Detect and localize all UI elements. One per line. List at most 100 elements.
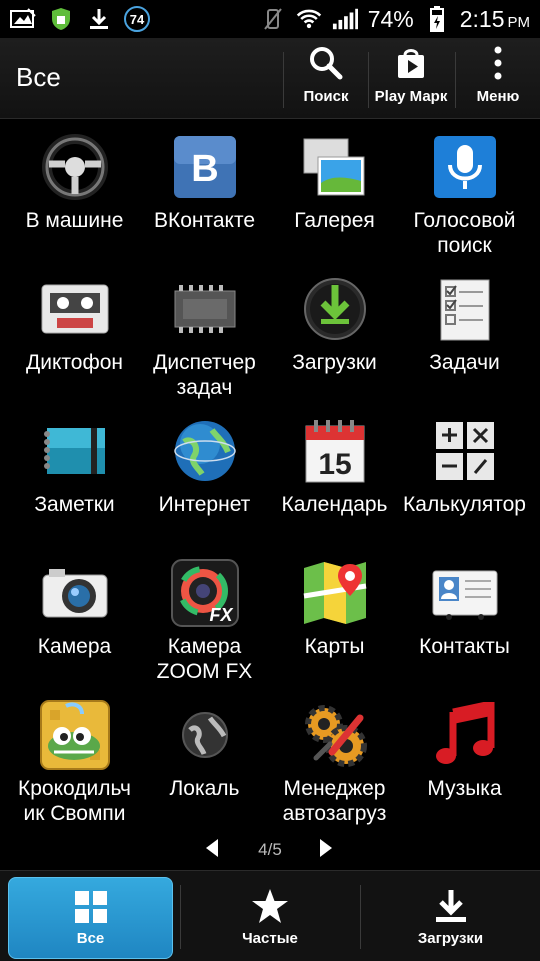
gears-icon (298, 698, 372, 772)
tab-frequent[interactable]: Частые (181, 877, 359, 957)
notification-count-badge: 74 (124, 6, 150, 32)
download-icon (298, 272, 372, 346)
app-label: Карты (304, 635, 365, 658)
checklist-icon (428, 272, 502, 346)
calculator-icon (428, 414, 502, 488)
svg-text:B: B (191, 148, 218, 190)
app-label: Галерея (294, 209, 375, 232)
screenshot-notification-icon (10, 7, 36, 31)
app-label: Камера ZOOM FX (156, 635, 253, 683)
app-item-calculator[interactable]: Калькулятор (397, 410, 532, 552)
vibrate-off-icon (260, 7, 286, 31)
action-separator (283, 52, 284, 108)
app-label: Крокодильч ик Свомпи (18, 777, 131, 825)
app-item-internet[interactable]: Интернет (137, 410, 272, 552)
download-icon (435, 889, 466, 922)
app-label: Заметки (34, 493, 115, 516)
app-item-voice-search[interactable]: Голосовой поиск (397, 126, 532, 268)
camera-zoom-fx-icon: FX (168, 556, 242, 630)
tab-downloads[interactable]: Загрузки (361, 877, 540, 957)
app-item-downloads[interactable]: Загрузки (267, 268, 402, 410)
app-label: Диктофон (26, 351, 123, 374)
fx-badge-text: FX (209, 605, 233, 625)
app-item-tasks[interactable]: Задачи (397, 268, 532, 410)
app-label: Камера (37, 635, 112, 658)
app-item-autostart-manager[interactable]: Менеджер автозагруз (267, 694, 402, 836)
app-item-locale[interactable]: Локаль (137, 694, 272, 836)
search-button-label: Поиск (303, 88, 349, 105)
page-title: Все (16, 62, 61, 92)
wifi-icon (296, 7, 322, 31)
search-button[interactable]: Поиск (285, 38, 367, 118)
app-item-music[interactable]: Музыка (397, 694, 532, 836)
calendar-day-number: 15 (318, 448, 351, 481)
app-item-task-manager[interactable]: Диспетчер задач (137, 268, 272, 410)
clock-time: 2:15 (459, 5, 505, 32)
app-label: Локаль (169, 777, 240, 800)
app-label: Задачи (429, 351, 500, 374)
microphone-icon (428, 130, 502, 204)
battery-percent: 74% (367, 5, 414, 32)
action-bar: Все Поиск Play Марк Меню (0, 38, 540, 119)
music-note-icon (428, 698, 502, 772)
app-label: Загрузки (292, 351, 377, 374)
chevron-right-icon (320, 839, 332, 857)
contacts-icon (428, 556, 502, 630)
app-item-in-car[interactable]: В машине (7, 126, 142, 268)
tab-all[interactable]: Все (8, 877, 173, 959)
globe-icon (168, 414, 242, 488)
page-indicator: 4/5 (0, 834, 540, 864)
grid-icon (74, 890, 107, 923)
chip-icon (168, 272, 242, 346)
clock-ampm: PM (507, 13, 531, 31)
app-label: Калькулятор (403, 493, 526, 516)
app-item-contacts[interactable]: Контакты (397, 552, 532, 694)
app-item-gallery[interactable]: Галерея (267, 126, 402, 268)
tab-downloads-label: Загрузки (417, 929, 484, 947)
cassette-icon (38, 272, 112, 346)
play-market-label: Play Марк (374, 88, 448, 105)
star-icon (252, 888, 288, 923)
download-notification-icon (86, 7, 112, 31)
clock: 2:15 PM (460, 6, 530, 33)
tab-all-label: Все (76, 929, 105, 947)
play-market-button[interactable]: Play Марк (369, 38, 453, 118)
app-label: ВКонтакте (153, 209, 256, 232)
menu-button-label: Меню (476, 88, 520, 105)
previous-page-arrow[interactable] (204, 838, 220, 863)
play-store-bag-icon (398, 49, 424, 78)
app-item-notes[interactable]: Заметки (7, 410, 142, 552)
vk-icon: B (168, 130, 242, 204)
maps-icon (298, 556, 372, 630)
bottom-tab-bar: Все Частые Загрузки (0, 870, 540, 961)
signal-strength-icon (332, 7, 358, 31)
menu-button[interactable]: Меню (456, 38, 540, 118)
overflow-menu-icon (494, 46, 502, 80)
next-page-arrow[interactable] (318, 838, 334, 863)
steering-wheel-icon (38, 130, 112, 204)
app-item-vkontakte[interactable]: B ВКонтакте (137, 126, 272, 268)
app-item-maps[interactable]: Карты (267, 552, 402, 694)
chevron-left-icon (206, 839, 218, 857)
crocodile-game-icon (38, 698, 112, 772)
security-shield-icon (48, 7, 74, 31)
app-label: Диспетчер задач (153, 351, 256, 399)
app-label: В машине (25, 209, 124, 232)
tab-frequent-label: Частые (242, 929, 298, 947)
app-item-camera[interactable]: Камера (7, 552, 142, 694)
app-item-dictaphone[interactable]: Диктофон (7, 268, 142, 410)
app-item-calendar[interactable]: 15 Календарь (267, 410, 402, 552)
app-item-swampy-crocodile[interactable]: Крокодильч ик Свомпи (7, 694, 142, 836)
app-item-camera-zoom-fx[interactable]: FX Камера ZOOM FX (137, 552, 272, 694)
page-indicator-text: 4/5 (258, 840, 282, 859)
locale-globe-icon (168, 698, 242, 772)
app-label: Музыка (427, 777, 502, 800)
calendar-icon: 15 (298, 414, 372, 488)
app-label: Голосовой поиск (413, 209, 516, 257)
search-icon (310, 47, 343, 80)
notebook-icon (38, 414, 112, 488)
app-label: Менеджер автозагруз (282, 777, 387, 825)
app-label: Интернет (158, 493, 251, 516)
camera-icon (38, 556, 112, 630)
app-label: Контакты (419, 635, 510, 658)
